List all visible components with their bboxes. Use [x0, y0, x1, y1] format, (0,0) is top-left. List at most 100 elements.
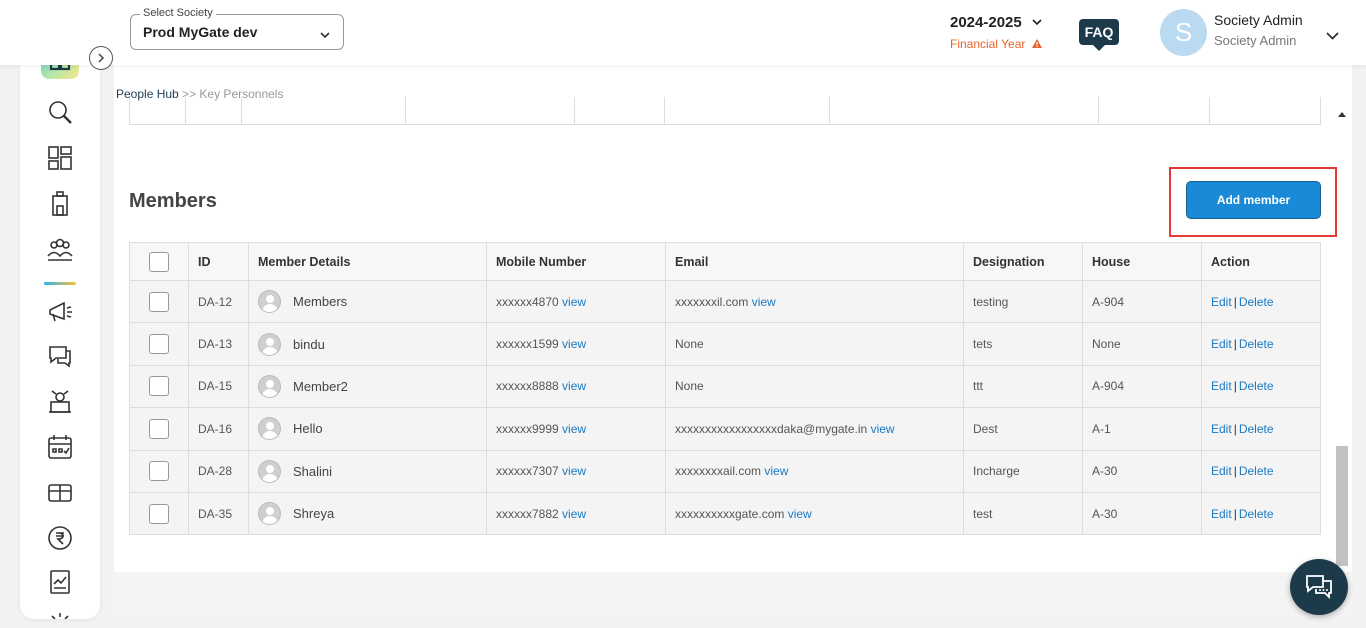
chevron-down-icon [1032, 14, 1042, 31]
member-name: Shreya [293, 506, 335, 522]
house: None [1082, 322, 1202, 366]
breadcrumb: People Hub >> Key Personnels [116, 87, 283, 101]
row-select-cell [129, 407, 189, 451]
email-cell: xxxxxxxxxxxxxxxxxdaka@mygate.in view [665, 407, 964, 451]
mobile-cell: xxxxxx8888 view [486, 364, 666, 409]
action-cell: Edit | Delete [1201, 279, 1321, 324]
chat-support-button[interactable] [1290, 559, 1348, 615]
action-separator: | [1233, 421, 1237, 436]
view-email-link[interactable]: view [764, 464, 788, 478]
breadcrumb-people-hub[interactable]: People Hub [116, 87, 179, 101]
view-email-link[interactable]: view [871, 422, 895, 436]
search-icon[interactable] [44, 96, 76, 128]
view-mobile-link[interactable]: view [562, 507, 586, 521]
edit-link[interactable]: Edit [1211, 337, 1232, 351]
scrollbar-thumb[interactable] [1336, 446, 1348, 566]
row-select-cell [129, 364, 189, 409]
edit-link[interactable]: Edit [1211, 295, 1232, 309]
mobile-number: xxxxxx4870 [496, 294, 559, 309]
house: A-30 [1082, 449, 1202, 493]
add-member-button[interactable]: Add member [1186, 181, 1321, 219]
report-icon[interactable] [44, 566, 76, 598]
member-id: DA-35 [188, 491, 249, 536]
view-mobile-link[interactable]: view [562, 379, 586, 393]
email-cell: None [665, 322, 964, 366]
view-email-link[interactable]: view [752, 295, 776, 309]
table-row: DA-35 Shreya xxxxxx7882 view xxxxxxxxxxgate… [129, 491, 1321, 536]
view-email-link[interactable]: view [788, 507, 812, 521]
column-header: ID [188, 242, 249, 281]
member-details-cell: Members [248, 279, 487, 324]
house: A-904 [1082, 279, 1202, 324]
house: A-904 [1082, 364, 1202, 409]
table-row: DA-28 Shalini xxxxxx7307 view xxxxxxxxail.c… [129, 449, 1321, 493]
row-checkbox[interactable] [149, 503, 169, 524]
view-mobile-link[interactable]: view [562, 464, 586, 478]
email-value: None [675, 337, 704, 352]
action-separator: | [1233, 464, 1237, 479]
society-select[interactable]: Select Society Prod MyGate dev [130, 7, 344, 50]
amenity-icon[interactable] [44, 386, 76, 418]
mobile-number: xxxxxx9999 [496, 421, 559, 436]
delete-link[interactable]: Delete [1239, 422, 1274, 436]
mobile-cell: xxxxxx9999 view [486, 407, 666, 451]
email-value: xxxxxxxxxxxxxxxxxdaka@mygate.in [675, 421, 868, 436]
members-section-title: Members [129, 190, 217, 212]
delete-link[interactable]: Delete [1239, 337, 1274, 351]
scrollbar[interactable] [1336, 106, 1348, 614]
row-checkbox[interactable] [149, 461, 169, 482]
financial-year-value: 2024-2025 [950, 14, 1022, 31]
view-mobile-link[interactable]: view [562, 337, 586, 351]
delete-link[interactable]: Delete [1239, 507, 1274, 521]
dashboard-icon[interactable] [44, 142, 76, 174]
row-checkbox[interactable] [149, 291, 169, 312]
designation: Incharge [963, 449, 1083, 493]
financial-year-label: Financial Year [950, 37, 1026, 51]
gift-icon[interactable] [44, 475, 76, 507]
member-details-cell: Shalini [248, 449, 487, 493]
settings-icon[interactable] [44, 608, 76, 619]
edit-link[interactable]: Edit [1211, 464, 1232, 478]
action-separator: | [1233, 506, 1237, 521]
row-select-cell [129, 322, 189, 366]
announcement-icon[interactable] [44, 296, 76, 328]
house: A-30 [1082, 491, 1202, 536]
row-checkbox[interactable] [149, 376, 169, 397]
sidebar-collapse-button[interactable] [89, 46, 113, 70]
member-name: Member2 [293, 378, 348, 394]
designation: test [963, 491, 1083, 536]
financial-year-selector[interactable]: 2024-2025 Financial Year [950, 14, 1042, 51]
scroll-up-arrow[interactable] [1338, 112, 1346, 117]
view-mobile-link[interactable]: view [562, 295, 586, 309]
member-avatar [258, 332, 281, 356]
email-cell: xxxxxxxxxxgate.com view [665, 491, 964, 536]
row-checkbox[interactable] [149, 334, 169, 355]
avatar[interactable]: S [1160, 9, 1207, 56]
email-cell: None [665, 364, 964, 409]
people-icon[interactable] [44, 234, 76, 266]
edit-link[interactable]: Edit [1211, 507, 1232, 521]
delete-link[interactable]: Delete [1239, 464, 1274, 478]
view-mobile-link[interactable]: view [562, 422, 586, 436]
action-cell: Edit | Delete [1201, 491, 1321, 536]
mobile-number: xxxxxx7882 [496, 506, 559, 521]
edit-link[interactable]: Edit [1211, 422, 1232, 436]
action-separator: | [1233, 379, 1237, 394]
building-icon[interactable] [44, 188, 76, 220]
row-checkbox[interactable] [149, 418, 169, 439]
member-id: DA-15 [188, 364, 249, 409]
chat-icon[interactable] [44, 340, 76, 372]
rupee-icon[interactable] [44, 522, 76, 554]
faq-button[interactable]: FAQ [1079, 19, 1119, 51]
chat-bubble-icon [1306, 575, 1332, 600]
footer-area [114, 572, 1352, 618]
user-menu-chevron-icon[interactable] [1326, 26, 1339, 45]
designation: Dest [963, 407, 1083, 451]
delete-link[interactable]: Delete [1239, 295, 1274, 309]
calendar-icon[interactable] [44, 431, 76, 463]
email-cell: xxxxxxxxail.com view [665, 449, 964, 493]
delete-link[interactable]: Delete [1239, 379, 1274, 393]
table-row: DA-12 Members xxxxxx4870 view xxxxxxxil.com… [129, 279, 1321, 324]
select-all-checkbox[interactable] [149, 251, 169, 272]
edit-link[interactable]: Edit [1211, 379, 1232, 393]
